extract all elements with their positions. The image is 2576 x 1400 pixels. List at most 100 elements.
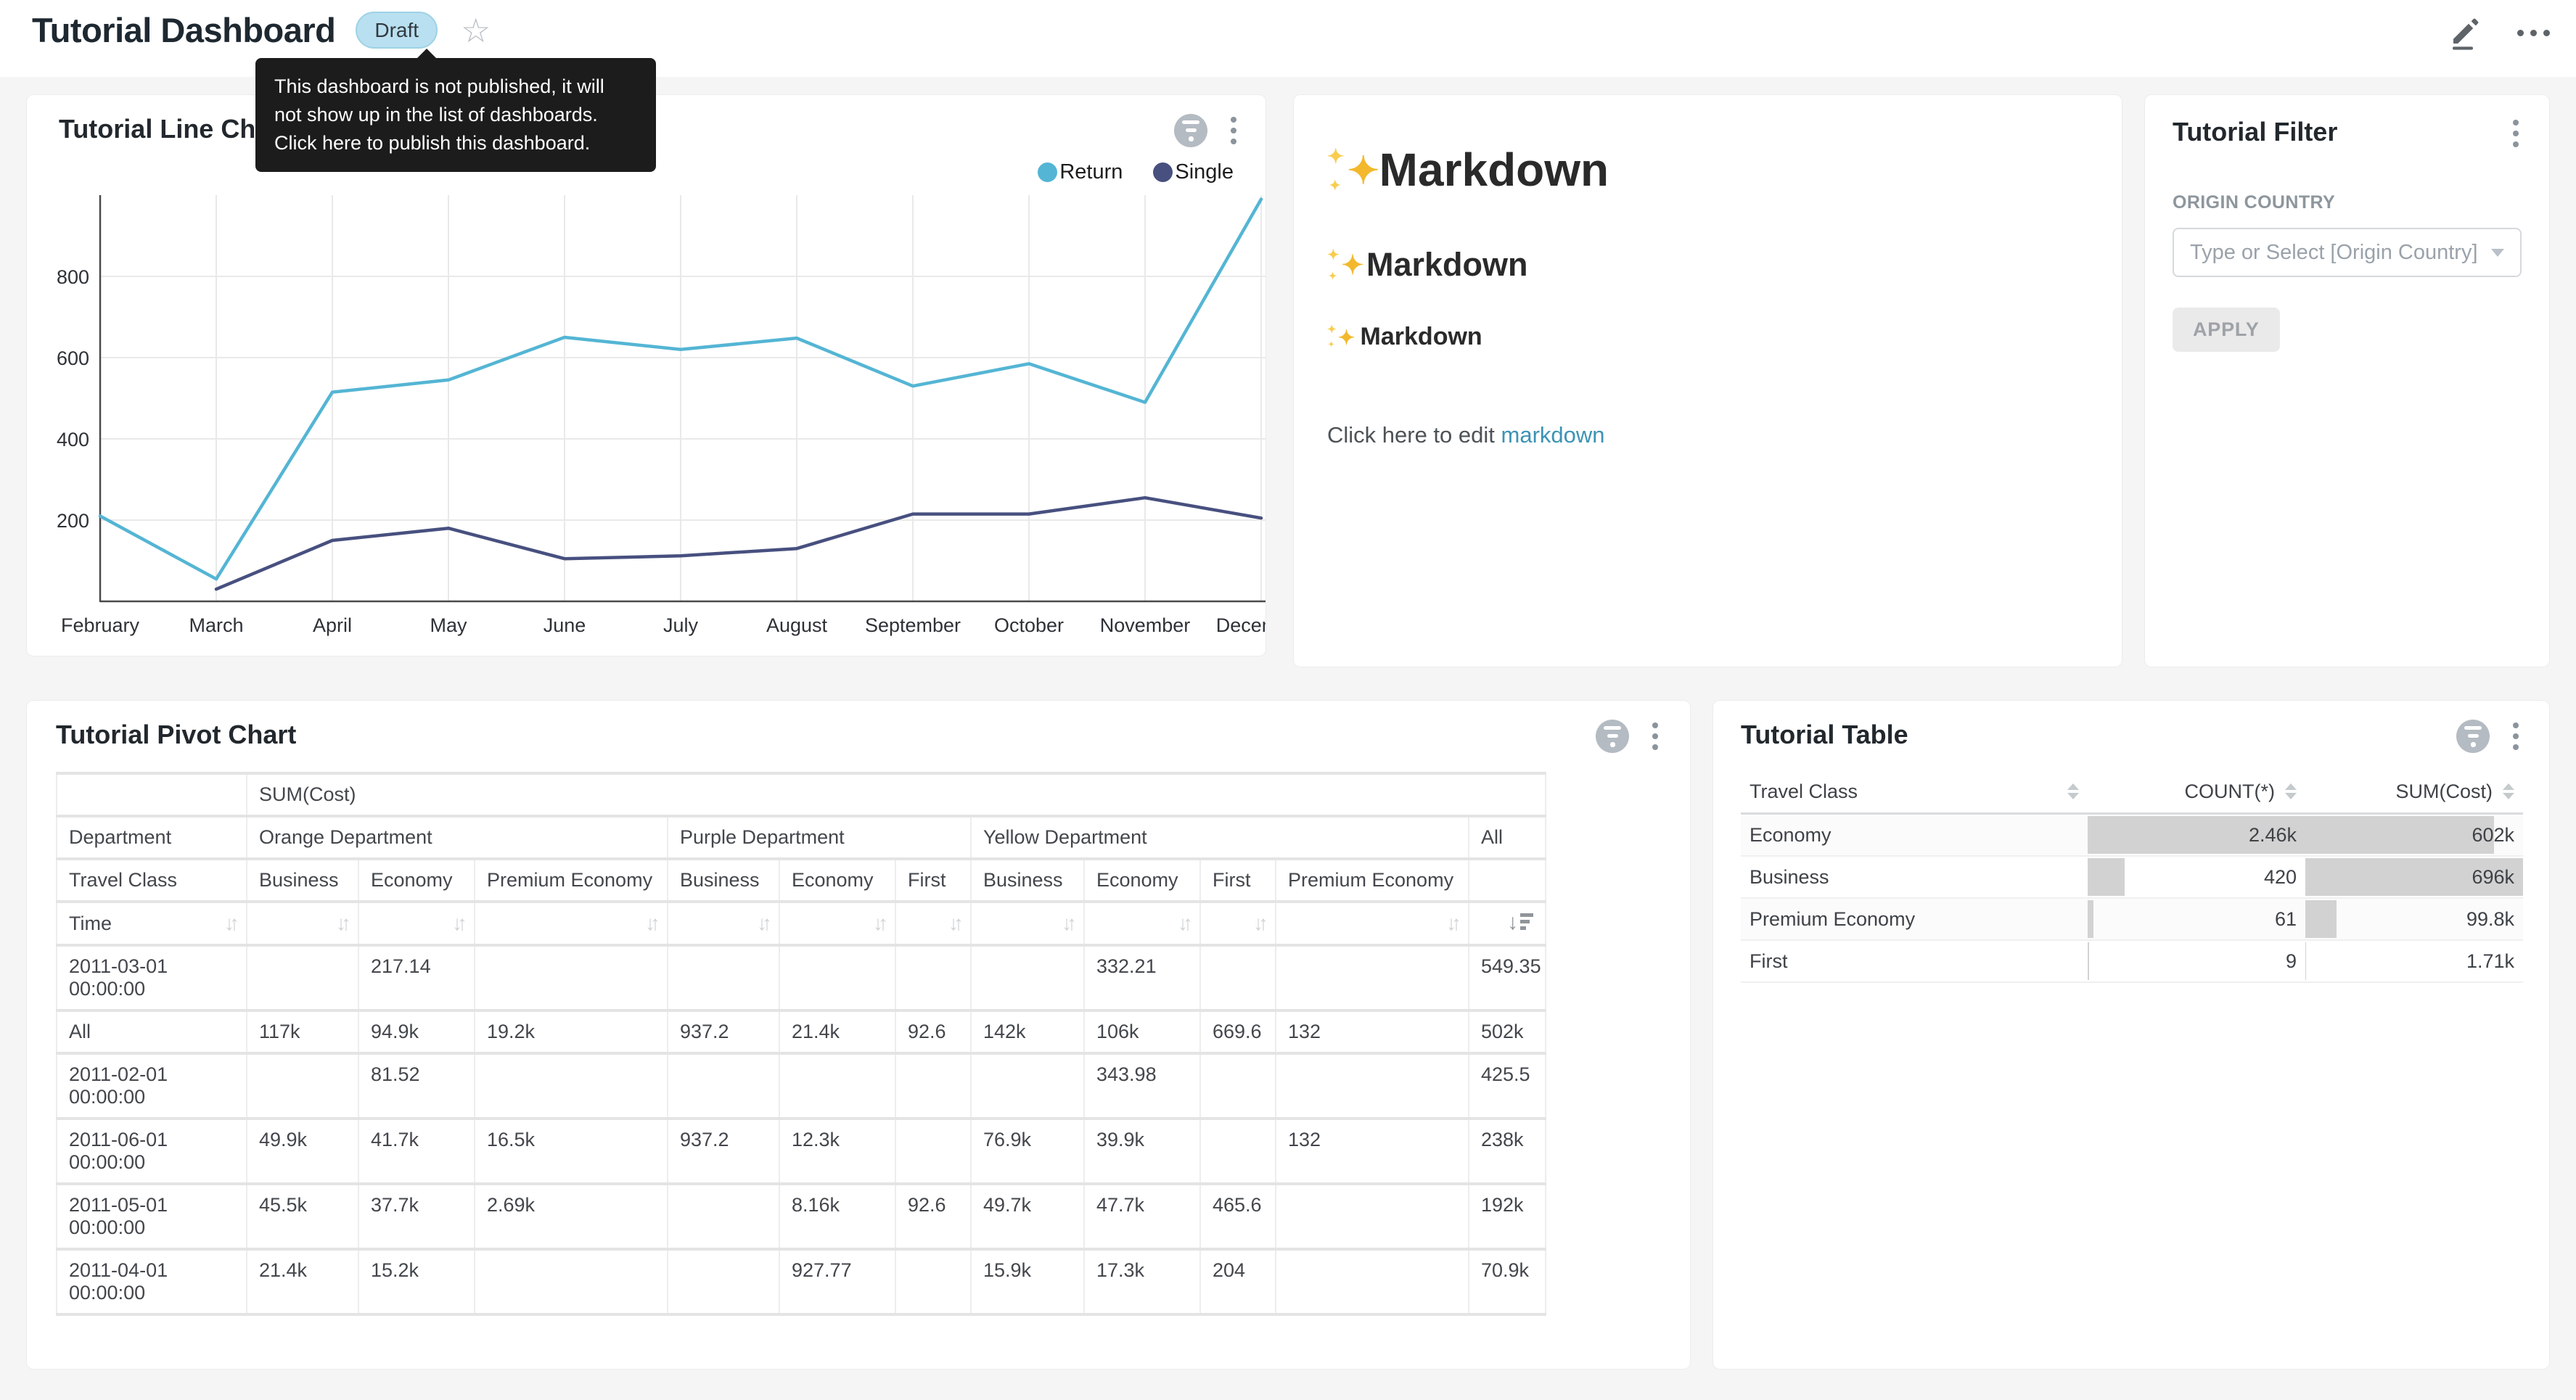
pivot-row: 2011-03-01 00:00:00217.14332.21549.35 [57,945,1546,1010]
pivot-value-cell: 49.9k [247,1119,358,1184]
pivot-corner-cell [57,773,247,816]
sort-toggle-icon[interactable]: ↓↑ [336,912,346,935]
markdown-edit-link[interactable]: markdown [1501,422,1605,448]
sort-toggle-icon[interactable]: ↓↑ [873,912,883,935]
pivot-table: SUM(Cost)DepartmentOrange DepartmentPurp… [56,772,1546,1316]
pivot-sort-cell: ↓↑ [247,902,358,945]
sort-toggle-icon[interactable]: ↓↑ [224,912,234,935]
apply-button[interactable]: APPLY [2173,308,2280,352]
x-axis-tick-label: August [766,614,828,636]
pivot-col-header: Premium Economy [1276,859,1469,902]
line-chart-menu-icon[interactable] [1228,114,1239,147]
table-row[interactable]: Premium Economy6199.8k [1741,898,2523,940]
favorite-star-icon[interactable]: ☆ [461,14,491,47]
table-row[interactable]: Economy2.46k602k [1741,814,2523,857]
column-header-sum-cost[interactable]: SUM(Cost) [2305,770,2523,814]
pivot-col-header: First [1200,859,1276,902]
sort-toggle-icon[interactable]: ↓↑ [948,912,959,935]
pivot-value-cell: 192k [1469,1184,1546,1249]
pivot-value-cell: 21.4k [247,1249,358,1314]
x-axis-tick-label: June [543,614,586,636]
y-axis-tick-label: 400 [57,429,89,450]
pivot-sort-cell: ↓↑ [358,902,475,945]
sort-icon[interactable] [2503,783,2514,799]
pivot-value-cell: 927.77 [779,1249,895,1314]
cell-travel-class: Business [1741,856,2088,898]
panel-markdown: ✦✦✦ Markdown ✦✦✦ Markdown ✦✦✦ Markdown C… [1293,94,2122,667]
pivot-value-cell [1200,1119,1276,1184]
pivot-time-cell: 2011-03-01 00:00:00 [57,945,247,1010]
chevron-down-icon [2491,249,2504,257]
sort-toggle-icon[interactable]: ↓↑ [1062,912,1072,935]
pivot-col-header: Economy [358,859,475,902]
sort-icon[interactable] [2067,783,2079,799]
series-line-single[interactable] [216,498,1261,589]
pivot-value-cell: 12.3k [779,1119,895,1184]
legend-dot [1153,162,1173,182]
table-row[interactable]: Business420696k [1741,856,2523,898]
markdown-h1: ✦✦✦ Markdown [1327,143,2088,197]
pivot-value-cell [475,1249,668,1314]
origin-country-select[interactable]: Type or Select [Origin Country] [2173,228,2522,277]
select-placeholder: Type or Select [Origin Country] [2190,241,2478,265]
table-row[interactable]: First91.71k [1741,940,2523,982]
pivot-row: All117k94.9k19.2k937.221.4k92.6142k106k6… [57,1010,1546,1053]
publish-tooltip[interactable]: This dashboard is not published, it will… [255,58,656,172]
filter-menu-icon[interactable] [2510,117,2522,150]
column-header-travel-class[interactable]: Travel Class [1741,770,2088,814]
x-axis-tick-label: July [663,614,699,636]
cell-sum-cost: 99.8k [2305,898,2523,940]
table-title: Tutorial Table [1741,720,1908,750]
pivot-group-header: Yellow Department [971,816,1469,859]
page-title: Tutorial Dashboard [32,10,335,50]
pivot-time-label: Time↓↑ [57,902,247,945]
pivot-value-cell: 76.9k [971,1119,1084,1184]
sort-icon[interactable] [2285,783,2297,799]
pivot-value-cell: 502k [1469,1010,1546,1053]
panel-tutorial-line-chart: Tutorial Line Chart ReturnSingle 2004006… [26,94,1266,656]
pivot-value-cell: 425.5 [1469,1053,1546,1119]
pivot-time-cell: 2011-04-01 00:00:00 [57,1249,247,1314]
applied-filters-icon[interactable] [1596,720,1629,753]
pivot-value-cell: 132 [1276,1010,1469,1053]
table-menu-icon[interactable] [2510,720,2522,753]
pivot-value-cell: 45.5k [247,1184,358,1249]
pivot-value-cell [971,945,1084,1010]
edit-pencil-icon[interactable] [2449,15,2484,51]
dashboard-menu-icon[interactable] [2517,30,2550,36]
pivot-value-cell: 15.2k [358,1249,475,1314]
x-axis-tick-label: December [1216,614,1266,636]
pivot-value-cell: 106k [1084,1010,1200,1053]
cell-travel-class: First [1741,940,2088,982]
sort-toggle-icon[interactable]: ↓↑ [1253,912,1263,935]
table-header: Tutorial Table [1741,720,2522,753]
status-badge[interactable]: Draft [356,12,438,49]
pivot-metric-header: SUM(Cost) [247,773,1546,816]
line-chart-svg[interactable]: 200400600800FebruaryMarchAprilMayJuneJul… [27,181,1266,656]
title-row: Tutorial Dashboard Draft ☆ [32,10,491,50]
column-header-count[interactable]: COUNT(*) [2088,770,2305,814]
pivot-menu-icon[interactable] [1649,720,1661,753]
pivot-sort-cell: ↓↑ [668,902,779,945]
sort-toggle-icon[interactable]: ↓↑ [452,912,462,935]
cell-count: 420 [2088,856,2305,898]
tutorial-table: Travel Class COUNT(*) SUM(Cost) Economy2… [1741,770,2523,983]
pivot-time-cell: All [57,1010,247,1053]
applied-filters-icon[interactable] [1174,114,1207,147]
pivot-value-cell: 937.2 [668,1010,779,1053]
pivot-col-header: Business [247,859,358,902]
pivot-value-cell [1276,1249,1469,1314]
pivot-sort-cell: ↓↑ [1276,902,1469,945]
x-axis-tick-label: October [994,614,1064,636]
sort-toggle-icon[interactable]: ↓↑ [645,912,655,935]
pivot-row: 2011-02-01 00:00:0081.52343.98425.5 [57,1053,1546,1119]
sort-toggle-icon[interactable]: ↓↑ [1178,912,1188,935]
pivot-value-cell: 47.7k [1084,1184,1200,1249]
pivot-value-cell [668,1249,779,1314]
pivot-department-label: Department [57,816,247,859]
pivot-sort-cell: ↓↑ [895,902,971,945]
applied-filters-icon[interactable] [2456,720,2490,753]
sort-toggle-icon[interactable]: ↓↑ [1446,912,1456,935]
sort-desc-active-icon[interactable]: ↓ [1507,912,1533,934]
sort-toggle-icon[interactable]: ↓↑ [757,912,767,935]
